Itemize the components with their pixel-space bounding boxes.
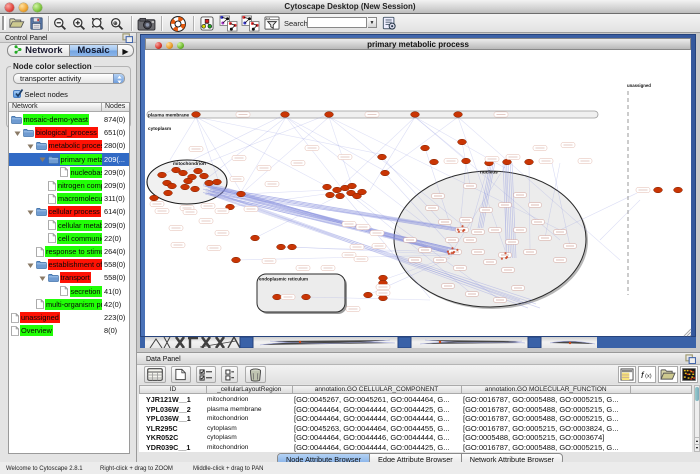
svg-text:mitochondrion: mitochondrion: [173, 161, 206, 166]
svg-text:unassigned: unassigned: [627, 83, 651, 88]
svg-text:nucleus: nucleus: [480, 170, 498, 175]
svg-text:plasma membrane: plasma membrane: [148, 113, 190, 118]
svg-text:cytoplasm: cytoplasm: [148, 126, 171, 131]
svg-text:endoplasmic reticulum: endoplasmic reticulum: [259, 277, 308, 282]
svg-text:⊕: ⊕: [113, 20, 117, 26]
svg-text:(x): (x): [645, 373, 652, 379]
